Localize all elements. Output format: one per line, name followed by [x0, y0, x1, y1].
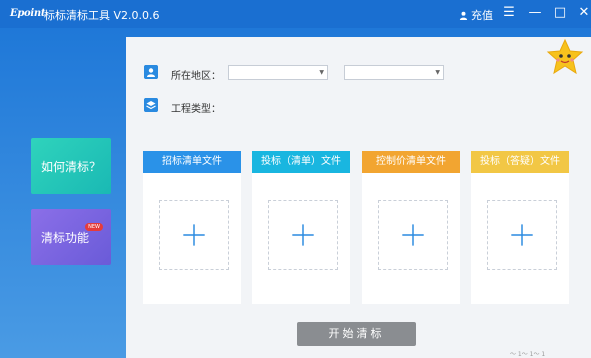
- plus-icon: [183, 224, 205, 246]
- minimize-icon[interactable]: —: [526, 4, 544, 22]
- recharge-label: 充值: [471, 9, 493, 22]
- upload-dropzone[interactable]: [487, 200, 557, 270]
- plus-icon: [511, 224, 533, 246]
- close-icon[interactable]: ✕: [575, 4, 591, 22]
- window-title: 标标清标工具 V2.0.0.6: [44, 9, 160, 22]
- upload-dropzone[interactable]: [159, 200, 229, 270]
- upload-dropzone[interactable]: [378, 200, 448, 270]
- menu-icon[interactable]: ☰: [500, 4, 518, 22]
- region-label: 所在地区：: [171, 71, 221, 82]
- chevron-down-icon: ▼: [435, 69, 440, 76]
- layers-icon: [144, 98, 158, 112]
- recharge-button[interactable]: 充值: [459, 7, 493, 23]
- plus-icon: [292, 224, 314, 246]
- title-bar: Epoint 标标清标工具 V2.0.0.6 充值 ☰ — □ ✕: [0, 0, 591, 28]
- sidebar-item-label: 清标功能: [41, 230, 90, 245]
- chevron-down-icon: ▼: [319, 69, 324, 76]
- upload-dropzone[interactable]: [268, 200, 338, 270]
- column-header: 控制价清单文件: [362, 151, 460, 173]
- mascot-icon: [546, 38, 584, 75]
- region-select-city[interactable]: ▼: [344, 65, 444, 80]
- column-header: 投标（清单）文件: [252, 151, 350, 173]
- start-clearing-button[interactable]: 开始清标: [297, 322, 416, 346]
- sidebar-item-how-to[interactable]: 如何清标？: [31, 138, 111, 194]
- upload-column-control-price: 控制价清单文件: [362, 151, 460, 304]
- watermark: ～ 1～ 1～ 1: [510, 351, 546, 358]
- location-icon: [144, 65, 158, 79]
- sidebar-item-functions[interactable]: 清标功能 NEW: [31, 209, 111, 265]
- upload-column-bid-qa: 投标（答疑）文件: [471, 151, 569, 304]
- column-header: 投标（答疑）文件: [471, 151, 569, 173]
- region-select-province[interactable]: ▼: [228, 65, 328, 80]
- app-logo: Epoint: [10, 8, 46, 19]
- maximize-icon[interactable]: □: [551, 4, 569, 22]
- plus-icon: [402, 224, 424, 246]
- new-badge: NEW: [85, 223, 103, 231]
- project-type-label: 工程类型：: [171, 104, 221, 115]
- sidebar-item-label: 如何清标？: [41, 159, 102, 174]
- upload-column-bid-list: 投标（清单）文件: [252, 151, 350, 304]
- user-icon: [459, 11, 468, 20]
- upload-column-tender-list: 招标清单文件: [143, 151, 241, 304]
- column-header: 招标清单文件: [143, 151, 241, 173]
